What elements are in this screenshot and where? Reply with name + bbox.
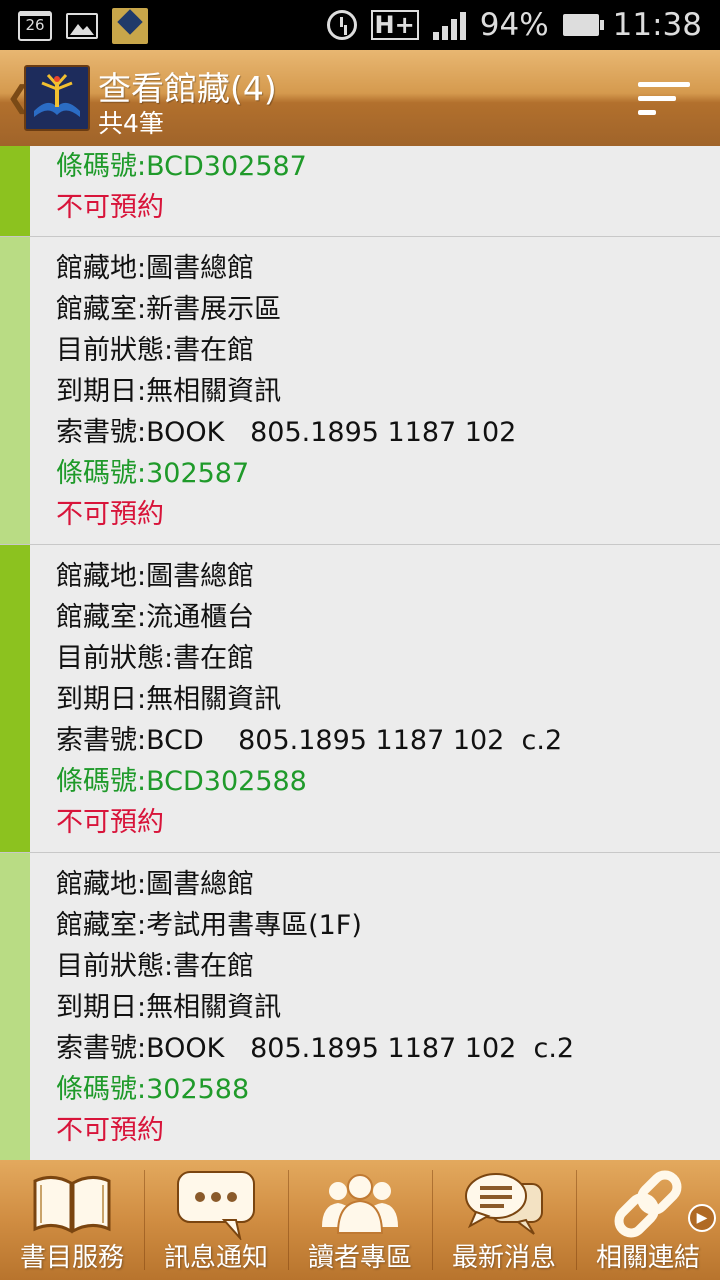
nav-latest-news[interactable]: 最新消息 [432, 1160, 576, 1280]
nav-label: 書目服務 [19, 1243, 124, 1273]
calendar-day: 26 [25, 16, 45, 34]
nav-reader-zone[interactable]: 讀者專區 [288, 1160, 432, 1280]
status-bar: 26 H+ 94% 11:38 [0, 0, 720, 50]
holding-record[interactable]: 條碼號:BCD302587 不可預約 [0, 146, 720, 237]
record-accent-bar [0, 237, 30, 544]
sort-menu-button[interactable] [638, 80, 690, 118]
location-text: 館藏地:圖書總館 [56, 869, 255, 900]
link-icon [614, 1170, 682, 1238]
call-number-text: 索書號:BOOK 805.1895 1187 102 c.2 [56, 1033, 575, 1064]
nav-label: 最新消息 [451, 1243, 556, 1273]
holding-record[interactable]: 館藏地:圖書總館 館藏室:新書展示區 目前狀態:書在館 到期日:無相關資訊 索書… [0, 237, 720, 545]
app-header: ❮ 查看館藏(4) 共4筆 [0, 50, 720, 146]
reserve-status: 不可預約 [56, 192, 164, 223]
alarm-icon [326, 10, 357, 40]
holding-record[interactable]: 館藏地:圖書總館 館藏室:流通櫃台 目前狀態:書在館 到期日:無相關資訊 索書號… [0, 545, 720, 853]
page-title: 查看館藏(4) [98, 69, 277, 108]
calendar-icon: 26 [18, 11, 52, 41]
room-text: 館藏室:流通櫃台 [56, 602, 255, 633]
room-text: 館藏室:新書展示區 [56, 294, 282, 325]
barcode-text: 條碼號:BCD302588 [56, 766, 307, 797]
nav-label: 讀者專區 [307, 1243, 412, 1273]
holdings-list[interactable]: 條碼號:BCD302587 不可預約 館藏地:圖書總館 館藏室:新書展示區 目前… [0, 146, 720, 1160]
app-logo[interactable] [24, 65, 90, 131]
chevron-right-icon[interactable]: ▶ [688, 1204, 716, 1232]
signal-icon [432, 10, 466, 40]
status-text: 目前狀態:書在館 [56, 643, 255, 674]
due-date-text: 到期日:無相關資訊 [56, 376, 282, 407]
location-text: 館藏地:圖書總館 [56, 253, 255, 284]
record-accent-bar [0, 853, 30, 1160]
clock: 11:38 [612, 7, 702, 43]
barcode-text: 條碼號:302587 [56, 458, 250, 489]
news-bubble-icon [465, 1173, 543, 1235]
reserve-status: 不可預約 [56, 499, 164, 530]
nav-catalog-service[interactable]: 書目服務 [0, 1160, 144, 1280]
due-date-text: 到期日:無相關資訊 [56, 684, 282, 715]
call-number-text: 索書號:BCD 805.1895 1187 102 c.2 [56, 725, 563, 756]
book-icon [33, 1176, 111, 1234]
nav-notifications[interactable]: 訊息通知 [144, 1160, 288, 1280]
bottom-nav: 書目服務 訊息通知 讀者專區 最新消息 相關連結 [0, 1160, 720, 1280]
call-number-text: 索書號:BOOK 805.1895 1187 102 [56, 417, 517, 448]
status-text: 目前狀態:書在館 [56, 951, 255, 982]
nav-label: 訊息通知 [163, 1243, 268, 1273]
reserve-status: 不可預約 [56, 1115, 164, 1146]
status-text: 目前狀態:書在館 [56, 335, 255, 366]
chat-bubble-icon [177, 1171, 255, 1240]
record-count: 共4筆 [98, 109, 164, 138]
barcode-text: 條碼號:BCD302587 [56, 151, 307, 182]
users-icon [322, 1174, 398, 1234]
holding-record[interactable]: 館藏地:圖書總館 館藏室:考試用書專區(1F) 目前狀態:書在館 到期日:無相關… [0, 853, 720, 1160]
battery-icon [562, 14, 604, 36]
reserve-status: 不可預約 [56, 807, 164, 838]
network-type: H+ [370, 10, 419, 40]
nav-label: 相關連結 [595, 1243, 700, 1273]
battery-level: 94% [479, 7, 549, 43]
app-notification-icon [112, 8, 148, 44]
location-text: 館藏地:圖書總館 [56, 561, 255, 592]
record-accent-bar [0, 545, 30, 852]
image-icon [66, 13, 98, 39]
due-date-text: 到期日:無相關資訊 [56, 992, 282, 1023]
sort-menu-icon [638, 82, 690, 87]
barcode-text: 條碼號:302588 [56, 1074, 250, 1105]
room-text: 館藏室:考試用書專區(1F) [56, 910, 362, 941]
record-accent-bar [0, 146, 30, 236]
